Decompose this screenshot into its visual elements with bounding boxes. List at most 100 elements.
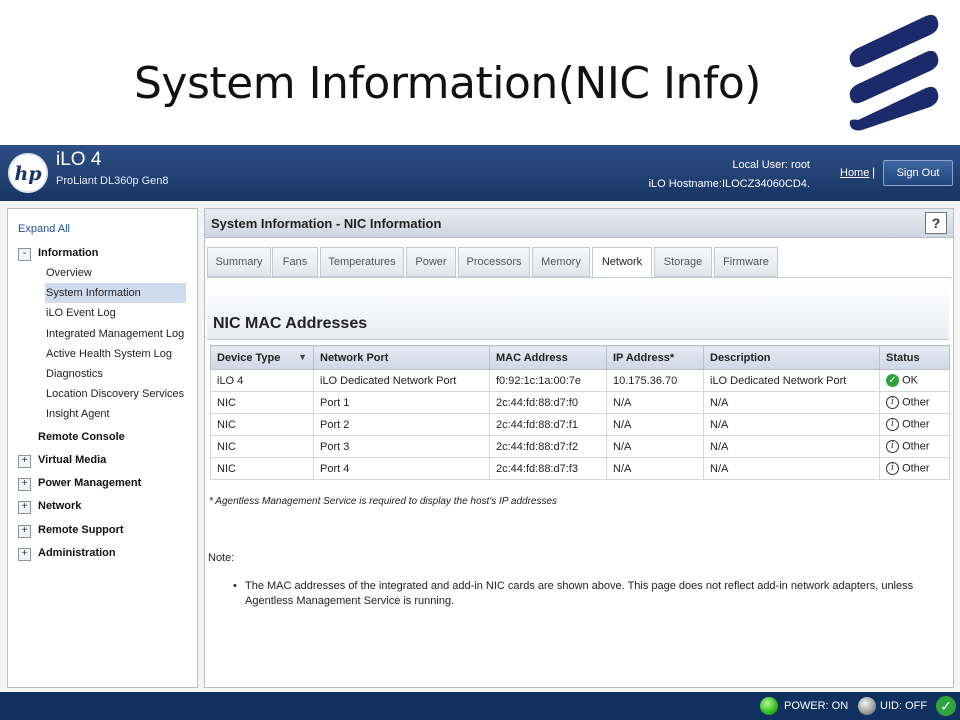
content-header: System Information - NIC Information ? bbox=[205, 209, 953, 238]
uid-led-icon[interactable] bbox=[858, 697, 876, 715]
tab-network[interactable]: Network bbox=[592, 247, 652, 279]
sidebar-item-information[interactable]: Information bbox=[38, 247, 99, 259]
sort-icon[interactable]: ▼ bbox=[298, 352, 307, 362]
main-content: System Information - NIC Information ? S… bbox=[204, 208, 954, 688]
health-ok-icon[interactable]: ✓ bbox=[936, 696, 956, 716]
cell-device-type: iLO 4 bbox=[210, 369, 314, 392]
sidebar-item-virtual-media[interactable]: Virtual Media bbox=[38, 454, 106, 466]
cell-network-port: Port 3 bbox=[313, 435, 490, 458]
status-text: Other bbox=[902, 440, 930, 453]
expand-all-link[interactable]: Expand All bbox=[18, 223, 70, 235]
status-ok-icon: ✓ bbox=[886, 374, 899, 387]
tab-bar: Summary Fans Temperatures Power Processo… bbox=[207, 247, 951, 279]
table-header-row: Device Type ▼ Network Port MAC Address IP… bbox=[210, 345, 950, 370]
column-header-ip-address[interactable]: IP Address* bbox=[606, 345, 704, 370]
sidebar-item-location-discovery-services[interactable]: Location Discovery Services bbox=[46, 388, 184, 400]
sidebar-item-system-information[interactable]: System Information bbox=[45, 283, 186, 303]
table-row: iLO 4 iLO Dedicated Network Port f0:92:1… bbox=[210, 369, 950, 392]
help-icon[interactable]: ? bbox=[925, 212, 947, 234]
tab-power[interactable]: Power bbox=[406, 247, 456, 277]
hp-logo-icon: hp bbox=[8, 153, 48, 193]
cell-ip-address: 10.175.36.70 bbox=[606, 369, 704, 392]
collapse-information-toggle[interactable]: - bbox=[18, 248, 31, 261]
sidebar-item-remote-console[interactable]: Remote Console bbox=[38, 431, 125, 443]
table-row: NIC Port 1 2c:44:fd:88:d7:f0 N/A N/A i O… bbox=[210, 391, 950, 414]
status-text: Other bbox=[902, 396, 930, 409]
tab-summary[interactable]: Summary bbox=[207, 247, 271, 277]
info-icon: i bbox=[886, 462, 899, 475]
cell-status: i Other bbox=[879, 413, 950, 436]
cell-description: N/A bbox=[703, 435, 880, 458]
note-bullet: • The MAC addresses of the integrated an… bbox=[233, 579, 943, 609]
status-text: Other bbox=[902, 462, 930, 475]
cell-ip-address: N/A bbox=[606, 413, 704, 436]
cell-device-type: NIC bbox=[210, 413, 314, 436]
nic-panel: NIC MAC Addresses Device Type ▼ Network P… bbox=[207, 283, 950, 483]
cell-description: N/A bbox=[703, 391, 880, 414]
power-led-icon[interactable] bbox=[760, 697, 778, 715]
expand-network-toggle[interactable]: + bbox=[18, 501, 31, 514]
table-row: NIC Port 3 2c:44:fd:88:d7:f2 N/A N/A i O… bbox=[210, 435, 950, 458]
cell-device-type: NIC bbox=[210, 435, 314, 458]
header-separator: | bbox=[872, 165, 876, 179]
note-label: Note: bbox=[208, 552, 235, 564]
svg-text:hp: hp bbox=[14, 163, 42, 185]
cell-status: i Other bbox=[879, 391, 950, 414]
column-header-network-port[interactable]: Network Port bbox=[313, 345, 490, 370]
cell-mac-address: 2c:44:fd:88:d7:f1 bbox=[489, 413, 607, 436]
sidebar-item-overview[interactable]: Overview bbox=[46, 267, 92, 279]
cell-status: i Other bbox=[879, 457, 950, 480]
cell-device-type: NIC bbox=[210, 391, 314, 414]
cell-ip-address: N/A bbox=[606, 391, 704, 414]
status-bar: POWER: ON UID: OFF ✓ bbox=[0, 692, 960, 720]
sidebar-item-diagnostics[interactable]: Diagnostics bbox=[46, 368, 103, 380]
nic-section-header: NIC MAC Addresses bbox=[207, 283, 949, 340]
sidebar-item-network[interactable]: Network bbox=[38, 500, 81, 512]
bullet-icon: • bbox=[233, 580, 237, 592]
sidebar-item-ilo-event-log[interactable]: iLO Event Log bbox=[46, 307, 116, 319]
cell-mac-address: 2c:44:fd:88:d7:f2 bbox=[489, 435, 607, 458]
table-row: NIC Port 2 2c:44:fd:88:d7:f1 N/A N/A i O… bbox=[210, 413, 950, 436]
cell-mac-address: f0:92:1c:1a:00:7e bbox=[489, 369, 607, 392]
tab-storage[interactable]: Storage bbox=[654, 247, 712, 277]
cell-mac-address: 2c:44:fd:88:d7:f3 bbox=[489, 457, 607, 480]
navigation-sidebar: Expand All - Information Overview System… bbox=[7, 208, 198, 688]
tab-divider bbox=[207, 277, 951, 278]
cell-description: N/A bbox=[703, 413, 880, 436]
cell-status: ✓ OK bbox=[879, 369, 950, 392]
tab-temperatures[interactable]: Temperatures bbox=[320, 247, 404, 277]
sidebar-item-power-management[interactable]: Power Management bbox=[38, 477, 141, 489]
sign-out-button[interactable]: Sign Out bbox=[883, 160, 953, 186]
expand-virtual-media-toggle[interactable]: + bbox=[18, 455, 31, 468]
tab-memory[interactable]: Memory bbox=[532, 247, 590, 277]
sidebar-item-administration[interactable]: Administration bbox=[38, 547, 116, 559]
column-header-label: Device Type bbox=[217, 351, 281, 364]
expand-remote-support-toggle[interactable]: + bbox=[18, 525, 31, 538]
power-status: POWER: ON bbox=[784, 700, 849, 712]
ilo-header: hp iLO 4 ProLiant DL360p Gen8 Local User… bbox=[0, 145, 960, 201]
cell-ip-address: N/A bbox=[606, 435, 704, 458]
cell-device-type: NIC bbox=[210, 457, 314, 480]
home-link[interactable]: Home bbox=[840, 167, 869, 179]
cell-description: N/A bbox=[703, 457, 880, 480]
expand-power-management-toggle[interactable]: + bbox=[18, 478, 31, 491]
agentless-footnote: * Agentless Management Service is requir… bbox=[209, 496, 558, 507]
column-header-device-type[interactable]: Device Type ▼ bbox=[210, 345, 314, 370]
tab-firmware[interactable]: Firmware bbox=[714, 247, 778, 277]
sidebar-item-insight-agent[interactable]: Insight Agent bbox=[46, 408, 110, 420]
tab-fans[interactable]: Fans bbox=[272, 247, 318, 277]
cell-status: i Other bbox=[879, 435, 950, 458]
column-header-description[interactable]: Description bbox=[703, 345, 880, 370]
tab-processors[interactable]: Processors bbox=[458, 247, 530, 277]
note-text: The MAC addresses of the integrated and … bbox=[245, 580, 914, 607]
ilo-hostname: iLO Hostname:ILOCZ34060CD4. bbox=[648, 178, 810, 190]
product-name: iLO 4 bbox=[56, 149, 102, 170]
sidebar-item-active-health-system-log[interactable]: Active Health System Log bbox=[46, 348, 172, 360]
sidebar-item-integrated-management-log[interactable]: Integrated Management Log bbox=[46, 328, 184, 340]
status-text: OK bbox=[902, 374, 918, 387]
expand-administration-toggle[interactable]: + bbox=[18, 548, 31, 561]
sidebar-item-remote-support[interactable]: Remote Support bbox=[38, 524, 124, 536]
cell-network-port: iLO Dedicated Network Port bbox=[313, 369, 490, 392]
column-header-status[interactable]: Status bbox=[879, 345, 950, 370]
column-header-mac-address[interactable]: MAC Address bbox=[489, 345, 607, 370]
